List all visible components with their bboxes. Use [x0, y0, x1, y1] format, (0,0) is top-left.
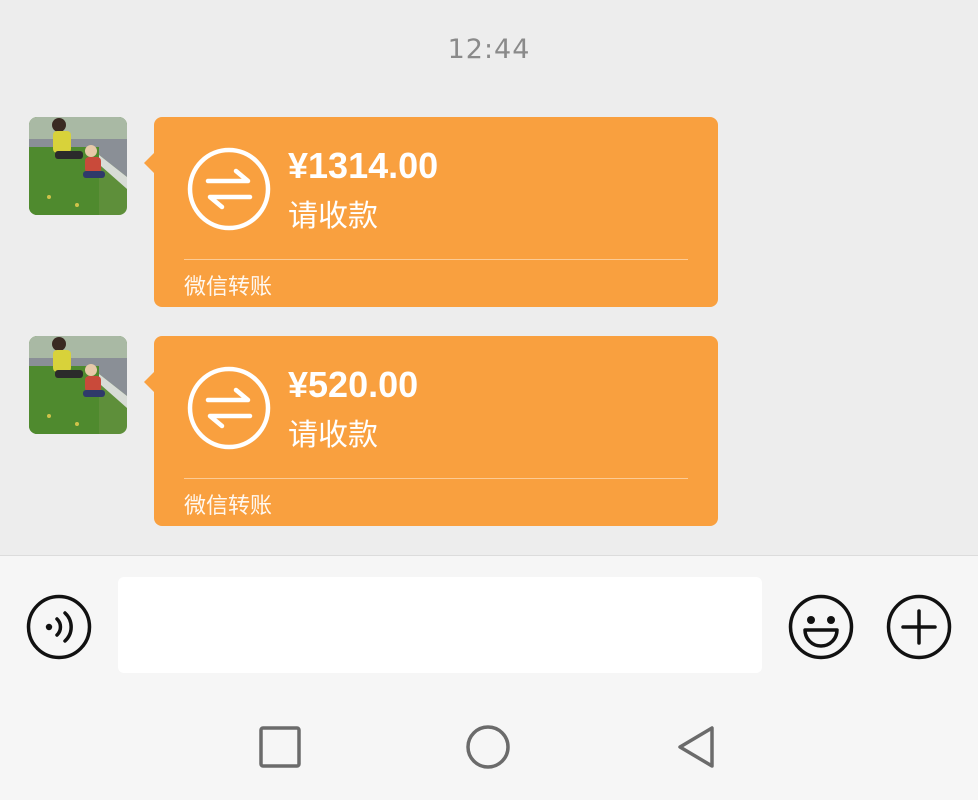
plus-icon: [886, 594, 952, 660]
back-button[interactable]: [674, 724, 720, 770]
transfer-bubble[interactable]: ¥1314.00 请收款 微信转账: [144, 117, 718, 307]
home-button[interactable]: [465, 724, 511, 770]
transfer-status: 请收款: [288, 199, 378, 234]
transfer-icon: [187, 147, 271, 231]
transfer-amount: ¥1314.00: [288, 145, 439, 186]
transfer-bubble[interactable]: ¥520.00 请收款 微信转账: [144, 336, 718, 526]
square-icon: [259, 726, 301, 768]
avatar[interactable]: [29, 117, 127, 215]
avatar-photo: [29, 336, 127, 434]
system-nav-bar: [0, 695, 978, 800]
transfer-label: 微信转账: [184, 494, 273, 519]
recent-apps-button[interactable]: [257, 724, 303, 770]
avatar-photo: [29, 117, 127, 215]
voice-button[interactable]: [26, 594, 92, 660]
message-row: ¥1314.00 请收款 微信转账: [0, 117, 978, 307]
message-timestamp: 12:44: [447, 34, 531, 65]
message-input[interactable]: [118, 577, 762, 673]
transfer-icon: [187, 366, 271, 450]
circle-icon: [466, 725, 510, 769]
bubble-divider: [184, 259, 688, 260]
input-bar: [0, 555, 978, 696]
voice-icon: [26, 594, 92, 660]
avatar[interactable]: [29, 336, 127, 434]
triangle-back-icon: [678, 726, 714, 768]
transfer-amount: ¥520.00: [288, 364, 419, 405]
message-row: ¥520.00 请收款 微信转账: [0, 336, 978, 526]
more-button[interactable]: [886, 594, 952, 660]
transfer-label: 微信转账: [184, 275, 273, 300]
emoji-icon: [788, 594, 854, 660]
transfer-status: 请收款: [288, 418, 378, 453]
emoji-button[interactable]: [788, 594, 854, 660]
bubble-divider: [184, 478, 688, 479]
chat-area: 12:44 ¥1314.00 请收款 微信转账 ¥520.00 请收款 微信转账: [0, 0, 978, 555]
